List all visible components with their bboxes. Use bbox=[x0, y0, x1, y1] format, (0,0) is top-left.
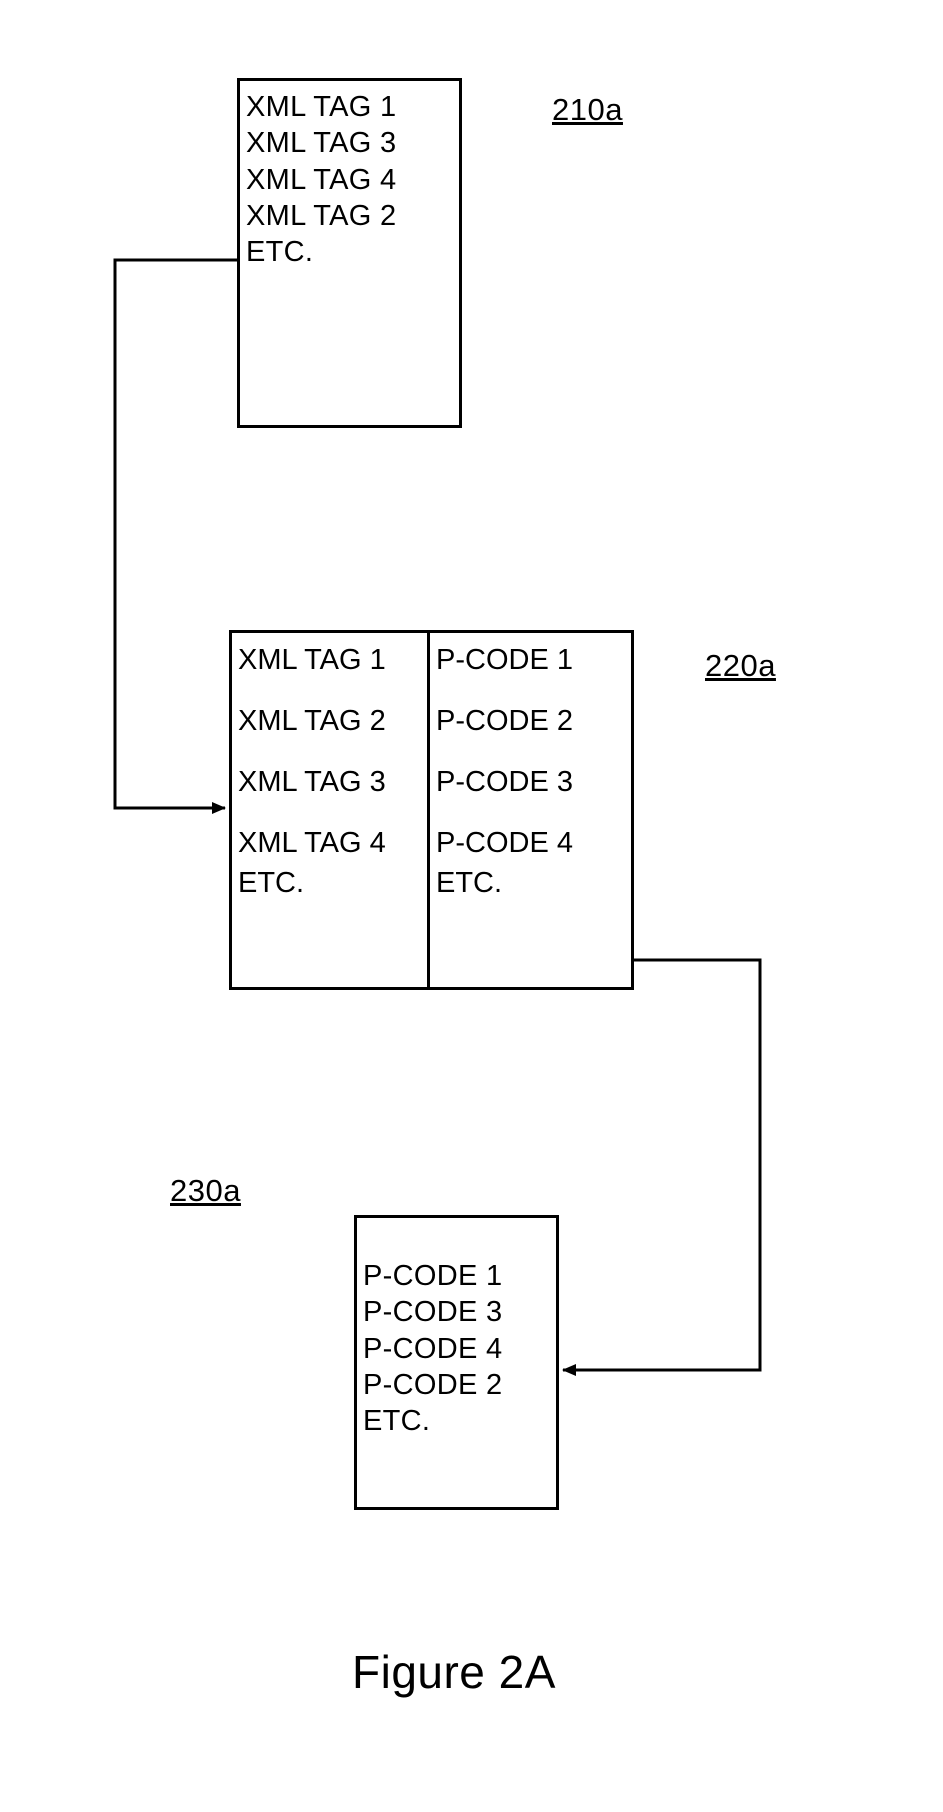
figure-caption: Figure 2A bbox=[352, 1645, 556, 1699]
arrow-220a-to-230a bbox=[0, 0, 943, 1812]
